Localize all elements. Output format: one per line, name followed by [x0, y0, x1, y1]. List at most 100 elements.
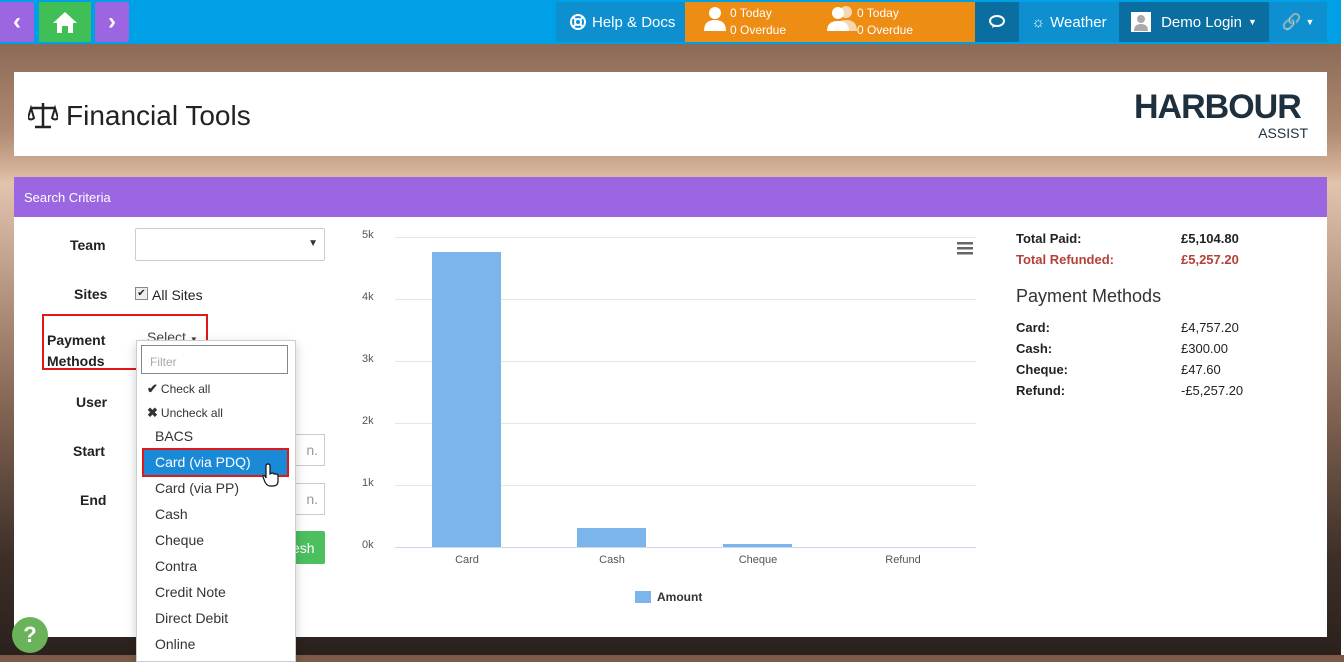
summary-refund-label: Refund: [1016, 383, 1066, 398]
chevron-right-icon: › [108, 8, 116, 35]
x-icon: ✖ [147, 405, 158, 420]
back-button[interactable]: ‹ [0, 2, 34, 42]
link-icon: 🔗 [1281, 14, 1302, 31]
balance-scale-icon [28, 103, 58, 129]
total-paid-label: Total Paid: [1016, 231, 1082, 246]
start-input-text: n. [306, 442, 318, 458]
team-select[interactable]: ▼ [135, 228, 325, 261]
y-tick: 0k [362, 539, 374, 551]
y-tick: 1k [362, 477, 374, 489]
team-label: Team [70, 237, 106, 253]
page-title-text: Financial Tools [66, 100, 251, 131]
lifebuoy-icon [570, 14, 586, 30]
bar-cheque[interactable] [723, 544, 792, 547]
bar-cash[interactable] [577, 528, 646, 547]
x-tick-cheque: Cheque [738, 554, 778, 566]
summary-card-label: Card: [1016, 320, 1050, 335]
filter-input[interactable]: Filter [141, 345, 288, 374]
chat-button[interactable] [975, 2, 1019, 42]
summary-cash-label: Cash: [1016, 341, 1053, 356]
sun-icon: ☼ [1031, 13, 1046, 31]
start-label: Start [73, 443, 105, 459]
help-docs-label: Help & Docs [592, 13, 676, 31]
option-card-pp[interactable]: Card (via PP) [155, 480, 239, 496]
option-cheque[interactable]: Cheque [155, 532, 204, 548]
my-tasks-overdue: 0 Overdue [730, 23, 787, 37]
harbour-assist-logo: HARBOUR ASSIST [1134, 88, 1310, 140]
forward-button[interactable]: › [95, 2, 129, 42]
payment-methods-heading: Payment Methods [1016, 286, 1162, 306]
x-tick-card: Card [455, 554, 479, 566]
end-input-text: n. [306, 491, 318, 507]
page-title: Financial Tools [28, 100, 251, 132]
summary-cheque-value: £47.60 [1181, 362, 1221, 377]
hand-cursor-icon [262, 463, 280, 490]
team-tasks-counts[interactable]: 0 Today 0 Overdue [857, 5, 913, 39]
refresh-button[interactable]: esh [292, 531, 325, 564]
user-task-icon[interactable] [703, 6, 727, 35]
x-tick-refund: Refund [885, 554, 921, 566]
my-tasks-today: 0 Today [730, 6, 772, 20]
y-tick: 3k [362, 353, 374, 365]
chart-menu-icon[interactable] [956, 240, 974, 259]
option-online[interactable]: Online [155, 636, 195, 652]
summary-refund-value: -£5,257.20 [1181, 383, 1244, 398]
search-criteria-header: Search Criteria [14, 177, 1327, 217]
uncheck-all-label: Uncheck all [160, 406, 223, 420]
team-tasks-today: 0 Today [857, 6, 899, 20]
team-tasks-overdue: 0 Overdue [857, 23, 914, 37]
check-all-option[interactable]: ✔ Check all [147, 381, 210, 397]
links-menu-button[interactable]: 🔗 ▼ [1269, 2, 1327, 42]
option-credit-note[interactable]: Credit Note [155, 584, 226, 600]
caret-down-icon: ▼ [1305, 17, 1315, 27]
person-icon [704, 7, 726, 31]
sites-label: Sites [74, 286, 108, 302]
weather-button[interactable]: ☼ Weather [1019, 2, 1119, 42]
gridline [395, 237, 976, 238]
y-tick: 4k [362, 291, 374, 303]
total-paid-value: £5,104.80 [1181, 231, 1239, 246]
caret-down-icon: ▼ [308, 238, 318, 249]
uncheck-all-option[interactable]: ✖ Uncheck all [147, 405, 223, 421]
all-sites-checkbox[interactable]: ✔ [135, 287, 148, 300]
logo-main: HARBOUR [1134, 88, 1302, 126]
my-tasks-counts[interactable]: 0 Today 0 Overdue [730, 5, 786, 39]
option-direct-debit[interactable]: Direct Debit [155, 610, 228, 626]
filter-placeholder: Filter [150, 355, 177, 369]
avatar-icon [1134, 15, 1149, 31]
x-axis-line [395, 547, 976, 548]
user-menu-button[interactable]: Demo Login ▼ [1119, 2, 1269, 42]
chat-icon [989, 15, 1005, 28]
option-contra[interactable]: Contra [155, 558, 197, 574]
people-icon [827, 6, 857, 31]
team-task-icon[interactable] [826, 4, 858, 35]
checkmark-icon: ✔ [147, 381, 158, 396]
weather-label: Weather [1050, 13, 1107, 31]
summary-cheque-label: Cheque: [1016, 362, 1068, 377]
chevron-left-icon: ‹ [13, 8, 21, 35]
x-tick-cash: Cash [599, 554, 625, 566]
check-all-label: Check all [160, 382, 211, 396]
panel-title: Search Criteria [24, 189, 111, 205]
end-label: End [80, 492, 107, 508]
total-refunded-value: £5,257.20 [1181, 252, 1239, 267]
question-icon: ? [23, 622, 37, 647]
caret-down-icon: ▼ [1247, 17, 1257, 27]
option-cash[interactable]: Cash [155, 506, 188, 522]
all-sites-label: All Sites [152, 287, 203, 303]
logo-sub: ASSIST [1258, 125, 1308, 141]
user-label: User [76, 394, 108, 410]
bar-card[interactable] [432, 252, 501, 547]
legend-swatch [635, 591, 651, 603]
user-name: Demo Login [1161, 13, 1242, 31]
help-button[interactable]: ? [12, 617, 48, 653]
y-tick: 2k [362, 415, 374, 427]
summary-cash-value: £300.00 [1181, 341, 1228, 356]
avatar [1131, 12, 1152, 32]
option-bacs[interactable]: BACS [155, 428, 193, 444]
chart-legend[interactable]: Amount [635, 590, 702, 604]
home-button[interactable] [39, 2, 91, 42]
legend-label: Amount [657, 590, 703, 604]
help-docs-link[interactable]: Help & Docs [570, 2, 675, 42]
home-icon [53, 12, 77, 33]
